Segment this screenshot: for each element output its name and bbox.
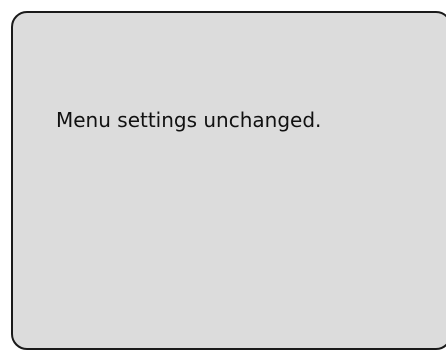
message-screen: Menu settings unchanged. bbox=[11, 11, 446, 350]
status-message: Menu settings unchanged. bbox=[56, 108, 322, 132]
